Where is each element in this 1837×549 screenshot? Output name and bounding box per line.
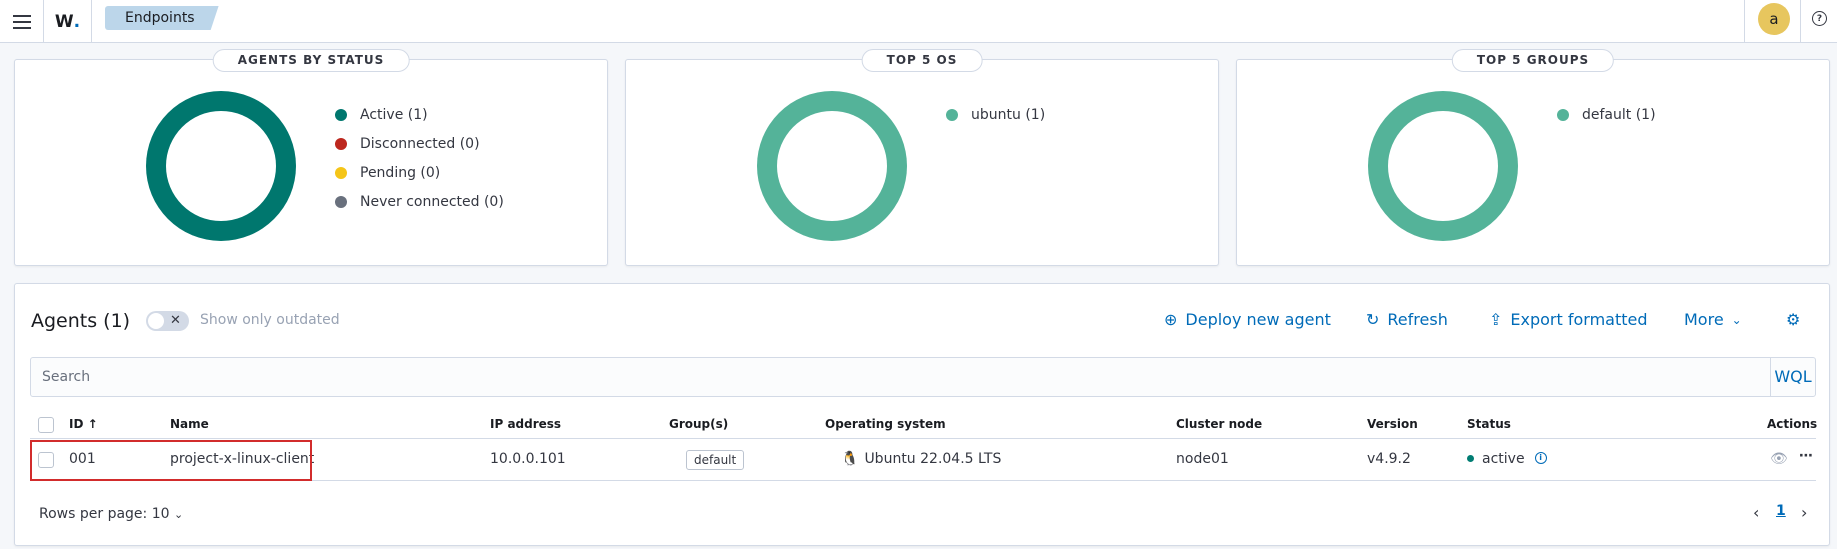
chevron-down-icon: ⌄ [173,508,184,521]
status-donut-chart[interactable] [146,91,296,241]
refresh-button[interactable]: ↻ Refresh [1366,310,1448,329]
toggle-label: Show only outdated [200,312,340,328]
user-avatar[interactable]: a [1758,3,1790,35]
refresh-icon: ↻ [1366,310,1380,329]
panel-top-5-groups: TOP 5 GROUPS default (1) [1236,49,1830,266]
chevron-right-icon[interactable]: › [1801,503,1807,522]
table-row[interactable]: 001 project-x-linux-client 10.0.0.101 de… [30,440,1816,481]
os-donut-chart[interactable] [757,91,907,241]
plus-circle-icon: ⊕ [1164,310,1178,329]
status-legend: Active (1) Disconnected (0) Pending (0) … [335,100,504,216]
default-dot-icon [1557,108,1569,121]
search-bar: WQL [30,357,1816,397]
header-divider [1744,0,1745,43]
legend-item-pending[interactable]: Pending (0) [335,158,504,187]
active-dot-icon [335,108,347,121]
top-header: W. Endpoints a ? [0,0,1837,43]
chevron-left-icon[interactable]: ‹ [1753,503,1759,522]
chevron-down-icon: ⌄ [1731,312,1742,327]
disconnected-dot-icon [335,137,347,150]
panel-top-5-os: TOP 5 OS ubuntu (1) [625,49,1219,266]
legend-item-default[interactable]: default (1) [1557,100,1656,129]
column-header-name[interactable]: Name [170,417,209,431]
never-connected-dot-icon [335,195,347,208]
panel-title: TOP 5 OS [861,49,983,72]
pending-dot-icon [335,166,347,179]
status-dot-icon [1467,454,1474,462]
panel-title: AGENTS BY STATUS [212,49,410,72]
search-input[interactable] [31,358,1772,396]
legend-item-ubuntu[interactable]: ubuntu (1) [946,100,1045,129]
os-legend: ubuntu (1) [946,100,1045,129]
row-checkbox[interactable] [38,452,54,468]
legend-item-active[interactable]: Active (1) [335,100,504,129]
column-header-groups[interactable]: Group(s) [669,417,728,431]
column-header-actions: Actions [1767,417,1818,431]
info-icon[interactable]: i [1534,452,1547,464]
panel-title: TOP 5 GROUPS [1451,49,1615,72]
column-header-version[interactable]: Version [1367,417,1418,431]
cell-ip: 10.0.0.101 [490,451,566,467]
export-icon: ⇪ [1489,310,1503,329]
sort-arrow-up-icon: ↑ [87,417,98,431]
export-formatted-button[interactable]: ⇪ Export formatted [1489,310,1648,329]
wql-toggle-button[interactable]: WQL [1770,358,1815,396]
column-header-status[interactable]: Status [1467,417,1511,431]
ubuntu-dot-icon [946,108,958,121]
help-icon[interactable]: ? [1812,11,1827,26]
page-number-button[interactable]: 1 [1776,503,1786,519]
cell-id: 001 [69,451,96,467]
more-button[interactable]: More ⌄ [1684,310,1742,329]
header-divider [1800,0,1801,43]
settings-button[interactable]: ⚙ [1786,310,1808,329]
cell-status: active i [1467,451,1547,467]
group-badge[interactable]: default [686,450,745,470]
legend-item-never-connected[interactable]: Never connected (0) [335,187,504,216]
legend-item-disconnected[interactable]: Disconnected (0) [335,129,504,158]
cell-version: v4.9.2 [1367,451,1411,467]
column-header-ip[interactable]: IP address [490,417,561,431]
agents-title: Agents (1) [31,310,131,332]
cell-cluster: node01 [1176,451,1229,467]
groups-legend: default (1) [1557,100,1656,129]
cell-os: 🐧 Ubuntu 22.04.5 LTS [841,451,1002,467]
hamburger-icon [12,14,31,29]
agents-panel: Agents (1) ✕ Show only outdated ⊕ Deploy … [14,283,1830,546]
panel-agents-by-status: AGENTS BY STATUS Active (1) Disconnected… [14,49,608,266]
breadcrumb-endpoints[interactable]: Endpoints [105,6,219,30]
linux-icon: 🐧 [841,451,859,467]
rows-per-page-selector[interactable]: Rows per page: 10 ⌄ [39,506,183,522]
deploy-new-agent-button[interactable]: ⊕ Deploy new agent [1164,310,1331,329]
close-icon: ✕ [170,313,181,328]
gear-icon: ⚙ [1786,310,1801,329]
groups-donut-chart[interactable] [1368,91,1518,241]
column-header-id[interactable]: ID ↑ [69,417,98,431]
more-actions-icon[interactable]: ⋯ [1799,448,1814,464]
menu-toggle-button[interactable] [0,0,44,43]
select-all-checkbox[interactable] [38,417,54,433]
cell-name[interactable]: project-x-linux-client [170,451,314,467]
column-header-os[interactable]: Operating system [825,417,946,431]
table-header: ID ↑ Name IP address Group(s) Operating … [30,412,1818,439]
eye-icon[interactable]: 👁 [1770,451,1788,467]
column-header-cluster[interactable]: Cluster node [1176,417,1262,431]
wazuh-logo[interactable]: W. [44,0,92,43]
outdated-toggle[interactable]: ✕ [146,311,189,331]
